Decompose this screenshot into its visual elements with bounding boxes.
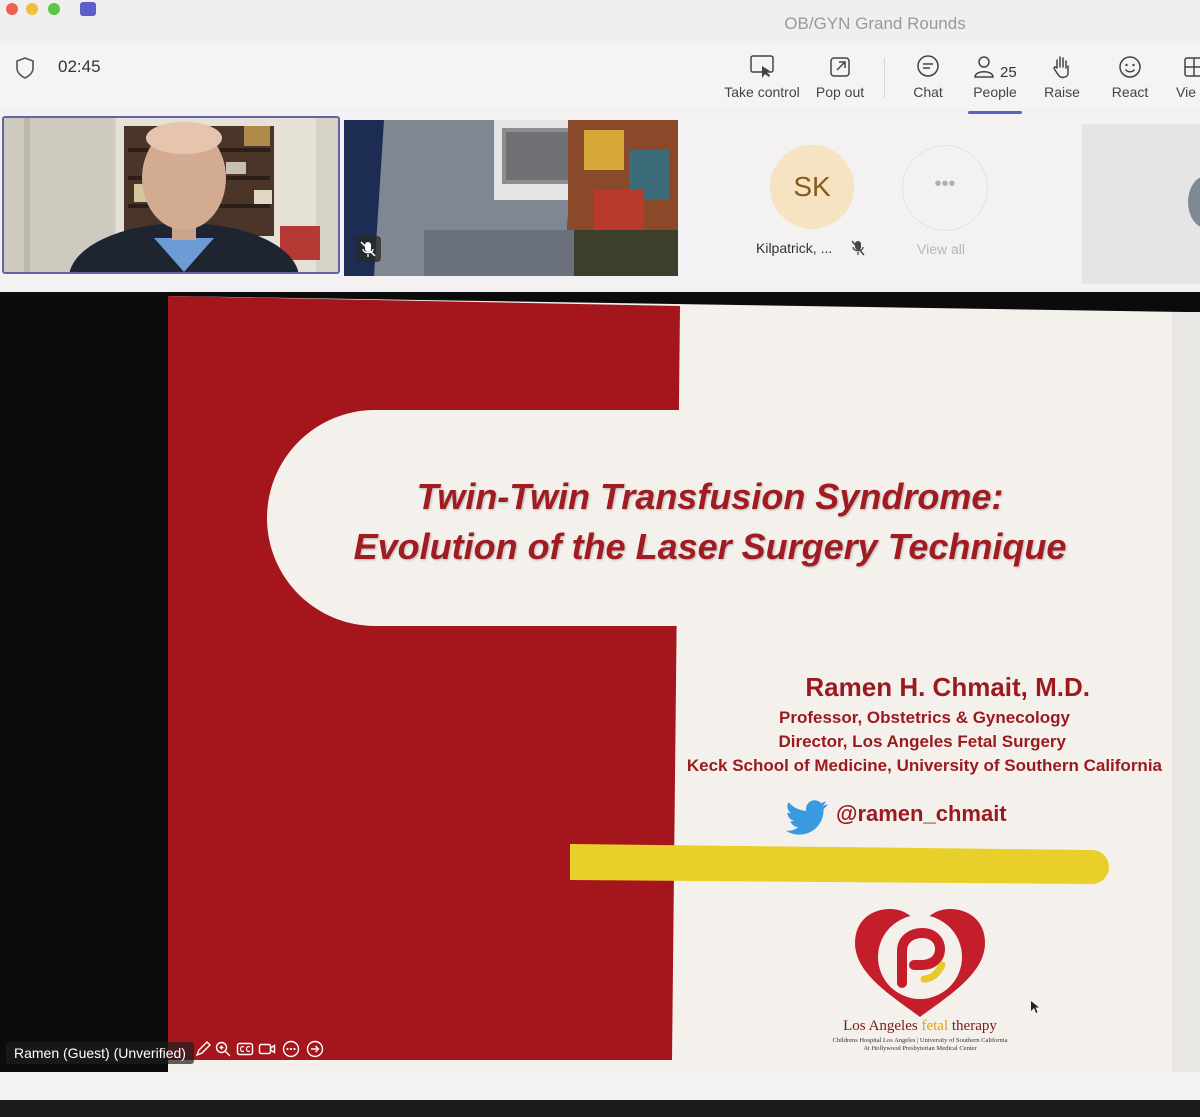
more-icon: •••	[934, 173, 956, 195]
toolbar-divider	[884, 58, 885, 98]
close-window-button[interactable]	[6, 3, 18, 15]
view-all-label: View all	[917, 241, 965, 257]
title-bar: OB/GYN Grand Rounds	[0, 0, 1200, 45]
logo-subtitle-line2: At Hollywood Presbyterian Medical Center	[863, 1045, 977, 1052]
slide-title-line2: Evolution of the Laser Surgery Technique	[353, 526, 1067, 567]
mic-off-icon	[851, 240, 865, 256]
slide-affiliation-1: Professor, Obstetrics & Gynecology	[779, 708, 1070, 727]
maximize-window-button[interactable]	[48, 3, 60, 15]
more-options-icon[interactable]	[282, 1040, 300, 1058]
minimize-window-button[interactable]	[26, 3, 38, 15]
next-slide-icon[interactable]	[306, 1040, 324, 1058]
take-control-button[interactable]: Take control	[722, 54, 802, 100]
shield-icon	[16, 57, 34, 79]
logo-wordmark: Los Angeles fetal therapy	[843, 1018, 997, 1034]
view-label: Vie	[1176, 84, 1196, 100]
speaker-video-tile[interactable]	[2, 116, 340, 274]
presenter-name-tag: Ramen (Guest) (Unverified)	[6, 1042, 194, 1064]
slide-title: Twin-Twin Transfusion Syndrome: Evolutio…	[300, 472, 1120, 572]
raise-hand-button[interactable]: Raise	[1040, 54, 1084, 100]
window-title: OB/GYN Grand Rounds	[784, 14, 966, 33]
room-video	[344, 120, 678, 276]
meeting-timer: 02:45	[58, 57, 101, 76]
chat-icon	[917, 55, 939, 77]
twitter-bird-icon	[786, 800, 828, 835]
hand-icon	[1053, 56, 1069, 79]
meeting-toolbar: 02:45 Take control Pop out Chat People 2…	[0, 44, 1200, 108]
view-grid-icon	[1184, 57, 1200, 77]
room-video-tile[interactable]	[344, 120, 678, 276]
pop-out-button[interactable]: Pop out	[812, 54, 868, 100]
pop-out-label: Pop out	[815, 84, 865, 100]
captions-icon[interactable]	[236, 1040, 254, 1058]
teams-app-icon	[80, 2, 96, 16]
people-label: People	[973, 84, 1017, 100]
react-label: React	[1111, 84, 1149, 100]
teams-meeting-window: OB/GYN Grand Rounds 02:45 Take control P…	[0, 0, 1200, 1100]
camera-icon[interactable]	[258, 1040, 276, 1058]
people-tab-indicator	[968, 111, 1022, 114]
partial-participant-tile[interactable]	[1082, 124, 1200, 284]
smiley-icon	[1119, 56, 1141, 78]
pop-out-icon	[830, 57, 850, 77]
chat-button[interactable]: Chat	[906, 54, 950, 100]
react-button[interactable]: React	[1108, 54, 1152, 100]
slide-affiliation-2: Director, Los Angeles Fetal Surgery	[778, 732, 1066, 751]
people-count-badge: 25	[1000, 64, 1017, 81]
view-button[interactable]: Vie	[1176, 54, 1200, 100]
slide-title-line1: Twin-Twin Transfusion Syndrome:	[416, 476, 1004, 517]
chat-label: Chat	[913, 84, 943, 100]
slide-author: Ramen H. Chmait, M.D.	[805, 672, 1090, 702]
people-icon	[974, 56, 994, 78]
fetal-therapy-heart-logo	[855, 909, 985, 1017]
mic-off-icon	[360, 241, 376, 257]
take-control-label: Take control	[724, 84, 800, 100]
speaker-video	[4, 118, 338, 272]
zoom-icon[interactable]	[214, 1040, 232, 1058]
logo-subtitle: Childrens Hospital Los Angeles | Univers…	[820, 1037, 1020, 1053]
pen-icon[interactable]	[194, 1040, 212, 1058]
participant-name-kilpatrick: Kilpatrick, ...	[756, 240, 833, 256]
slide-affiliation-3: Keck School of Medicine, University of S…	[686, 756, 1162, 775]
raise-label: Raise	[1044, 84, 1080, 100]
take-control-icon	[750, 55, 774, 78]
view-all-participants-button[interactable]: •••	[902, 145, 988, 231]
partial-participant-video	[1188, 177, 1200, 227]
participant-avatar-sk[interactable]: SK	[770, 145, 854, 229]
twitter-handle: @ramen_chmait	[836, 801, 1007, 826]
logo-subtitle-line1: Childrens Hospital Los Angeles | Univers…	[832, 1037, 1008, 1044]
mouse-cursor-icon	[1031, 1001, 1039, 1013]
room-mic-muted-badge	[355, 236, 381, 262]
